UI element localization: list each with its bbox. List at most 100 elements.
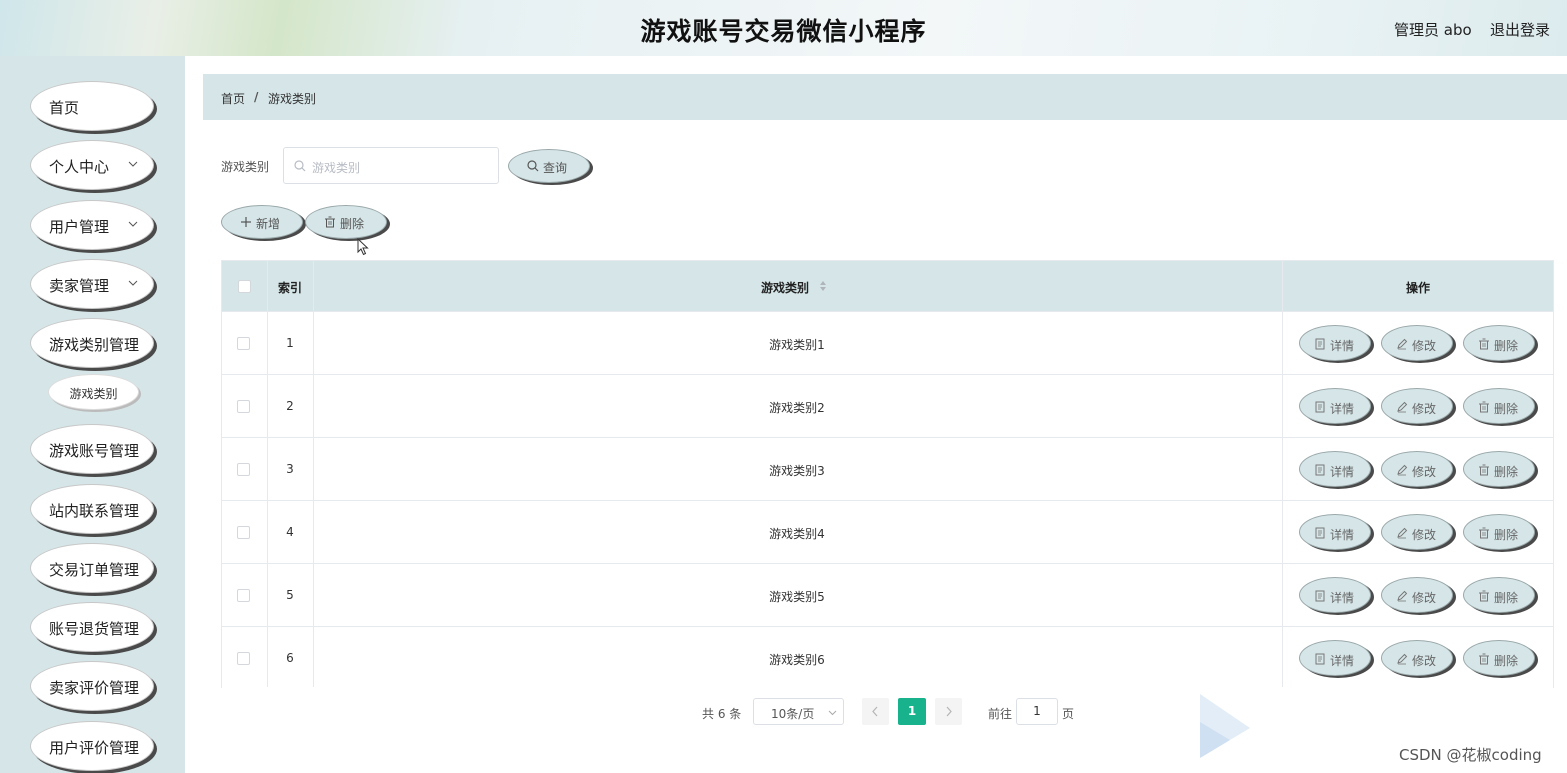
chevron-right-icon [946,706,952,717]
search-input[interactable]: 游戏类别 [283,147,499,184]
sidebar-subitem-game-category[interactable]: 游戏类别 [48,374,139,410]
edit-button-label: 修改 [1412,339,1437,353]
search-icon [294,160,306,172]
edit-button[interactable]: 修改 [1381,577,1453,613]
add-button-label: 新增 [256,217,281,231]
sidebar-item-user-management[interactable]: 用户管理 [30,200,154,250]
table-row: 1 游戏类别1 详情 修改 删除 [222,311,1553,374]
detail-button-label: 详情 [1330,528,1355,542]
delete-button-label: 删除 [1494,465,1519,479]
row-checkbox[interactable] [237,589,250,602]
row-checkbox[interactable] [237,526,250,539]
sidebar: 首页 个人中心 用户管理 卖家管理 游戏类别管理 游戏类别 游戏账号管理 站内联… [0,56,185,773]
delete-button[interactable]: 删除 [1463,577,1535,613]
delete-button[interactable]: 删除 [1463,451,1535,487]
breadcrumb-home-link[interactable]: 首页 [221,90,245,107]
chevron-down-icon [128,161,138,167]
trash-icon [1479,401,1489,413]
row-category-name: 游戏类别6 [769,653,825,667]
row-index: 5 [286,588,294,602]
pagination-goto-label: 前往 [988,707,1013,721]
query-button[interactable]: 查询 [508,149,590,183]
edit-button-label: 修改 [1412,591,1437,605]
pencil-icon [1397,464,1408,476]
edit-button-label: 修改 [1412,465,1437,479]
sidebar-item-label: 卖家评价管理 [49,679,140,697]
row-index: 4 [286,525,294,539]
row-checkbox[interactable] [237,337,250,350]
table-row: 5 游戏类别5 详情 修改 删除 [222,563,1553,626]
sidebar-item-label: 首页 [49,99,80,117]
delete-button-label: 删除 [1494,654,1519,668]
batch-delete-button-label: 删除 [340,217,365,231]
row-index: 3 [286,462,294,476]
row-checkbox[interactable] [237,463,250,476]
delete-button[interactable]: 删除 [1463,640,1535,676]
detail-button-label: 详情 [1330,339,1355,353]
sidebar-item-label: 卖家管理 [49,277,110,295]
trash-icon [1479,590,1489,602]
trash-icon [1479,527,1489,539]
next-page-button[interactable] [935,698,962,725]
app-header: 游戏账号交易微信小程序 管理员 abo 退出登录 [0,0,1567,56]
row-checkbox[interactable] [237,400,250,413]
edit-button[interactable]: 修改 [1381,514,1453,550]
sidebar-item-trade-order-management[interactable]: 交易订单管理 [30,543,154,593]
column-divider [267,261,268,687]
delete-button[interactable]: 删除 [1463,514,1535,550]
detail-button-label: 详情 [1330,465,1355,479]
pagination-total: 共 6 条 [702,707,742,721]
sidebar-item-user-review-management[interactable]: 用户评价管理 [30,721,154,771]
sidebar-item-seller-review-management[interactable]: 卖家评价管理 [30,661,154,711]
row-checkbox[interactable] [237,652,250,665]
table-row: 6 游戏类别6 详情 修改 删除 [222,626,1553,689]
row-category-name: 游戏类别2 [769,401,825,415]
document-icon [1315,653,1325,665]
prev-page-button[interactable] [862,698,889,725]
detail-button[interactable]: 详情 [1299,451,1371,487]
search-placeholder: 游戏类别 [312,161,361,175]
pagination-goto-input[interactable]: 1 [1016,698,1058,725]
page-number-current[interactable]: 1 [898,698,926,725]
delete-button[interactable]: 删除 [1463,325,1535,361]
detail-button[interactable]: 详情 [1299,388,1371,424]
sidebar-item-personal-center[interactable]: 个人中心 [30,140,154,190]
select-all-checkbox[interactable] [238,280,251,293]
sidebar-item-site-contact-management[interactable]: 站内联系管理 [30,484,154,534]
pencil-icon [1397,590,1408,602]
edit-button[interactable]: 修改 [1381,451,1453,487]
detail-button[interactable]: 详情 [1299,514,1371,550]
sidebar-item-home[interactable]: 首页 [30,81,154,131]
page-size-select[interactable]: 10条/页 [753,698,844,725]
row-index: 2 [286,399,294,413]
pencil-icon [1397,338,1408,350]
pencil-icon [1397,527,1408,539]
logout-link[interactable]: 退出登录 [1490,19,1550,40]
sidebar-item-seller-management[interactable]: 卖家管理 [30,259,154,309]
edit-button[interactable]: 修改 [1381,388,1453,424]
batch-delete-button[interactable]: 删除 [305,205,387,239]
sidebar-item-label: 站内联系管理 [49,502,140,520]
sidebar-item-account-return-management[interactable]: 账号退货管理 [30,602,154,652]
edit-button[interactable]: 修改 [1381,325,1453,361]
detail-button[interactable]: 详情 [1299,577,1371,613]
add-button[interactable]: 新增 [221,205,303,239]
sort-icon[interactable] [819,280,827,292]
app-title: 游戏账号交易微信小程序 [640,17,927,46]
document-icon [1315,338,1325,350]
detail-button[interactable]: 详情 [1299,640,1371,676]
detail-button[interactable]: 详情 [1299,325,1371,361]
delete-button[interactable]: 删除 [1463,388,1535,424]
edit-button[interactable]: 修改 [1381,640,1453,676]
document-icon [1315,464,1325,476]
sidebar-item-game-category-management[interactable]: 游戏类别管理 [30,318,154,368]
sidebar-item-label: 用户评价管理 [49,739,140,757]
edit-button-label: 修改 [1412,402,1437,416]
column-divider [313,261,314,687]
sidebar-item-label: 账号退货管理 [49,620,140,638]
detail-button-label: 详情 [1330,654,1355,668]
detail-button-label: 详情 [1330,402,1355,416]
page-size-value: 10条/页 [771,707,815,721]
row-category-name: 游戏类别1 [769,338,825,352]
sidebar-item-game-account-management[interactable]: 游戏账号管理 [30,424,154,474]
